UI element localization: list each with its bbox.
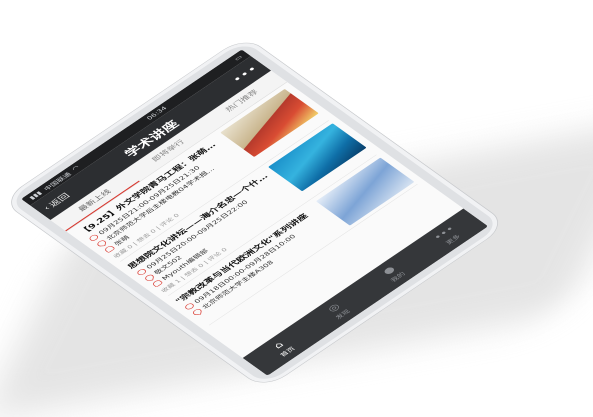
location-pin-icon	[96, 240, 107, 247]
location-pin-icon	[192, 308, 203, 316]
location-pin-icon	[144, 274, 155, 281]
back-label: 返回	[47, 191, 73, 209]
lecture-place: 北京师范大学主楼A308	[200, 259, 276, 311]
scene: ▮▮▮ 中国联通 ◠ 06:34 ▭ ‹ 返回 学术讲座 ••• 最新上线 即将…	[0, 0, 593, 417]
